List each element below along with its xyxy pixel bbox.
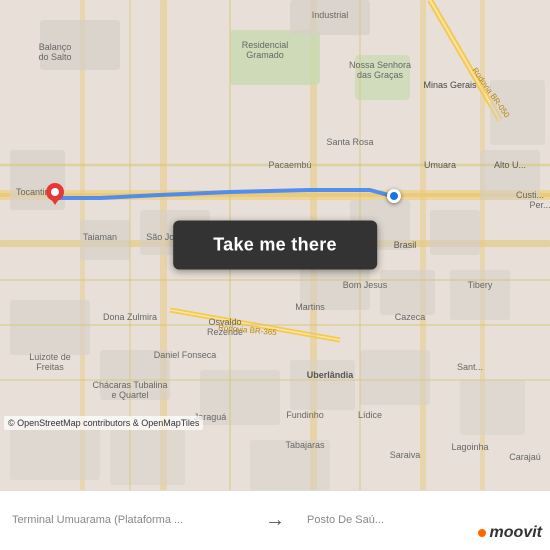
svg-text:Bom Jesus: Bom Jesus <box>343 280 388 290</box>
destination-dot <box>387 189 401 203</box>
origin-label: Terminal Umuarama (Plataforma ... <box>12 514 243 527</box>
right-arrow-icon: → <box>265 509 285 532</box>
arrow-separator: → <box>255 509 295 532</box>
moovit-dot-icon <box>478 529 486 537</box>
svg-text:Minas Gerais: Minas Gerais <box>423 80 477 90</box>
svg-text:Balanço: Balanço <box>39 42 72 52</box>
svg-text:Pacaembú: Pacaembú <box>268 160 311 170</box>
svg-text:Industrial: Industrial <box>312 10 349 20</box>
svg-text:Dona Zulmira: Dona Zulmira <box>103 312 157 322</box>
svg-text:Carajaú: Carajaú <box>509 452 541 462</box>
svg-text:Cazeca: Cazeca <box>395 312 426 322</box>
svg-text:Lídice: Lídice <box>358 410 382 420</box>
svg-text:Uberlândia: Uberlândia <box>307 370 355 380</box>
origin-pin <box>46 183 64 205</box>
origin-location: Terminal Umuarama (Plataforma ... <box>0 514 255 527</box>
svg-text:Freitas: Freitas <box>36 362 64 372</box>
svg-text:Custi...: Custi... <box>516 190 544 200</box>
svg-text:Sant...: Sant... <box>457 362 483 372</box>
moovit-logo: moovit <box>478 524 542 542</box>
svg-text:Nossa Senhora: Nossa Senhora <box>349 60 411 70</box>
svg-text:Tabajaras: Tabajaras <box>285 440 325 450</box>
take-me-there-button[interactable]: Take me there <box>173 221 377 270</box>
svg-text:Per...: Per... <box>529 200 550 210</box>
svg-text:Daniel Fonseca: Daniel Fonseca <box>154 350 217 360</box>
svg-text:Umuara: Umuara <box>424 160 456 170</box>
svg-text:Tibery: Tibery <box>468 280 493 290</box>
svg-text:e Quartel: e Quartel <box>111 390 148 400</box>
svg-text:Santa Rosa: Santa Rosa <box>326 137 373 147</box>
svg-text:Martins: Martins <box>295 302 325 312</box>
svg-text:Brasil: Brasil <box>394 240 417 250</box>
bottom-bar: Terminal Umuarama (Plataforma ... → Post… <box>0 490 550 550</box>
svg-text:Saraiva: Saraiva <box>390 450 421 460</box>
svg-text:Taiaman: Taiaman <box>83 232 117 242</box>
map-attribution: © OpenStreetMap contributors & OpenMapTi… <box>4 416 203 430</box>
svg-text:Lagoinha: Lagoinha <box>451 442 488 452</box>
svg-text:Fundinho: Fundinho <box>286 410 324 420</box>
svg-text:das Graças: das Graças <box>357 70 404 80</box>
map-area: Balanço do Salto Industrial Residencial … <box>0 0 550 490</box>
svg-text:Gramado: Gramado <box>246 50 284 60</box>
svg-text:do Salto: do Salto <box>38 52 71 62</box>
svg-text:Residencial: Residencial <box>242 40 289 50</box>
svg-text:Luizote de: Luizote de <box>29 352 71 362</box>
svg-text:Chácaras Tubalina: Chácaras Tubalina <box>92 380 167 390</box>
app-container: Balanço do Salto Industrial Residencial … <box>0 0 550 550</box>
moovit-wordmark: moovit <box>490 524 542 542</box>
svg-text:Alto U...: Alto U... <box>494 160 526 170</box>
